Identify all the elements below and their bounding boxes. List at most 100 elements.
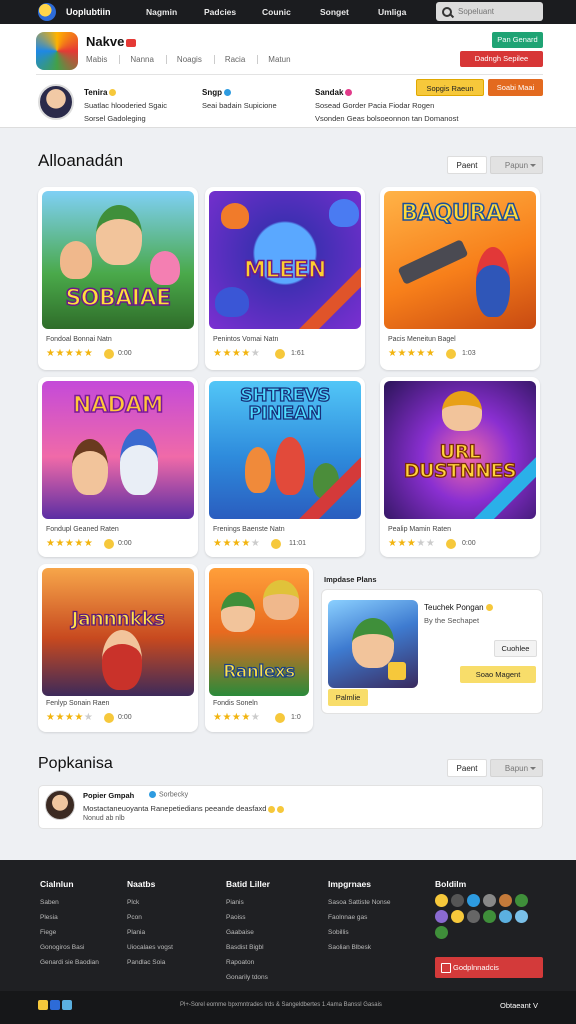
game-card[interactable]: SHTREVS PINEAN Frenings Baenste Natn ★★★… <box>205 377 365 557</box>
tag-icon <box>345 89 353 97</box>
language-selector[interactable]: Obtaeant V <box>500 1001 538 1010</box>
nav-link-5[interactable]: Umliga <box>378 7 436 17</box>
footer-link[interactable]: Pcon <box>127 910 173 925</box>
yellow-action-button[interactable]: Sopgis Raeun <box>416 79 484 96</box>
game-card[interactable]: Ranlexs Fondis Soneln ★★★★★ 1:0 <box>205 564 313 732</box>
social-icon[interactable] <box>451 910 464 923</box>
social-icon[interactable] <box>451 894 464 907</box>
search-bar[interactable] <box>436 2 543 21</box>
profile-name: Nakve <box>86 34 137 49</box>
character-art <box>221 203 249 229</box>
rating-value: 11:01 <box>289 540 306 547</box>
character-art <box>102 630 142 690</box>
game-thumbnail[interactable]: Jannnkks <box>42 568 194 696</box>
footer-link[interactable]: Genardi sie Baodian <box>40 955 99 970</box>
social-icon[interactable] <box>499 910 512 923</box>
game-card[interactable]: NADAM Fondupl Geaned Raten ★★★★★ 0:00 <box>38 377 198 557</box>
nav-link-2[interactable]: Padcies <box>204 7 262 17</box>
footer-link[interactable]: Rapoaton <box>226 955 270 970</box>
avatar[interactable] <box>45 790 75 820</box>
logo-icon[interactable] <box>38 1000 48 1010</box>
footer-link[interactable]: Plck <box>127 895 173 910</box>
featured-small-button[interactable]: Palmlie <box>328 689 368 706</box>
footer-link[interactable]: Faolnnae gas <box>328 910 391 925</box>
social-icon[interactable] <box>515 910 528 923</box>
game-thumbnail[interactable]: SOBAIAE <box>42 191 194 329</box>
footer-link[interactable]: Gaabaise <box>226 925 270 940</box>
rating-value: 1:0 <box>291 714 301 721</box>
footer-link[interactable]: Paoiss <box>226 910 270 925</box>
brand-name[interactable]: Uoplubtiin <box>66 7 146 17</box>
logo-icon[interactable] <box>50 1000 60 1010</box>
footer-link[interactable]: Sobillis <box>328 925 391 940</box>
star-rating: ★★★★★ <box>388 348 436 359</box>
game-card[interactable]: Jannnkks Fenlyp Sonain Raen ★★★★★ 0:00 <box>38 564 198 732</box>
social-icon[interactable] <box>483 894 496 907</box>
nav-link-1[interactable]: Nagmin <box>146 7 204 17</box>
game-card[interactable]: MLEEN Penintos Vomai Natn ★★★★★ 1:61 <box>205 187 365 370</box>
footer-link[interactable]: Gonarily tdons <box>226 970 270 985</box>
footer-link[interactable]: Gonogiros Basi <box>40 940 99 955</box>
rating-value: 0:00 <box>462 540 476 547</box>
social-icon[interactable] <box>467 894 480 907</box>
stat-line: Sosead Gorder Pacia Fiodar Rogen <box>315 101 435 110</box>
nav-link-4[interactable]: Songet <box>320 7 378 17</box>
coin-icon <box>485 604 493 612</box>
social-icon[interactable] <box>435 894 448 907</box>
footer-link[interactable]: Pandlac Soia <box>127 955 173 970</box>
social-icon[interactable] <box>483 910 496 923</box>
primary-green-button[interactable]: Pan Genard <box>492 32 543 48</box>
featured-primary-button[interactable]: Soao Magent <box>460 666 536 683</box>
orange-action-button[interactable]: Soabi Maai <box>488 79 543 96</box>
search-input[interactable] <box>458 7 538 16</box>
sort-dropdown[interactable]: Bapun <box>490 759 543 777</box>
game-thumbnail[interactable]: BAQURAA <box>384 191 536 329</box>
sort-dropdown[interactable]: Papun <box>490 156 543 174</box>
comment-time: Sorbecky <box>149 791 188 798</box>
featured-secondary-button[interactable]: Cuohlee <box>494 640 537 657</box>
social-icon[interactable] <box>515 894 528 907</box>
social-icon[interactable] <box>467 910 480 923</box>
footer-link[interactable]: Sasoa Sattiste Nonse <box>328 895 391 910</box>
thumbnail-title: SHTREVS PINEAN <box>239 385 331 424</box>
sort-button[interactable]: Paent <box>447 156 487 174</box>
site-logo-icon[interactable] <box>38 3 56 21</box>
game-thumbnail[interactable]: Ranlexs <box>209 568 309 696</box>
footer-red-button[interactable]: Godplnnadcis <box>435 957 543 978</box>
avatar[interactable] <box>38 84 74 120</box>
footer-link[interactable]: Plania <box>127 925 173 940</box>
social-icon[interactable] <box>435 910 448 923</box>
footer-link[interactable]: Pianis <box>226 895 270 910</box>
footer-link[interactable]: Uiocalaes vogst <box>127 940 173 955</box>
logo-icon[interactable] <box>62 1000 72 1010</box>
footer-link[interactable]: Basdist Bigbl <box>226 940 270 955</box>
footer-link[interactable]: Fiege <box>40 925 99 940</box>
character-art <box>263 580 299 620</box>
footer-column-1: Cialnlun Saben Plesia Fiege Gonogiros Ba… <box>40 878 99 970</box>
featured-thumbnail[interactable] <box>328 600 418 688</box>
tab-2[interactable]: Nanna <box>128 55 167 64</box>
nav-link-3[interactable]: Counic <box>262 7 320 17</box>
sort-button[interactable]: Paent <box>447 759 487 777</box>
tab-4[interactable]: Racia <box>223 55 259 64</box>
game-thumbnail[interactable]: NADAM <box>42 381 194 519</box>
comment-reply-link[interactable]: Nonud ab nlb <box>83 815 125 822</box>
tab-5[interactable]: Matun <box>266 55 302 64</box>
tab-1[interactable]: Mabis <box>84 55 121 64</box>
social-icon[interactable] <box>435 926 448 939</box>
social-icon[interactable] <box>499 894 512 907</box>
game-card[interactable]: SOBAIAE Fondoal Bonnai Natn ★★★★★ 0:00 <box>38 187 198 370</box>
comment-author[interactable]: Popier Gmpah <box>83 791 134 800</box>
character-art <box>96 205 142 265</box>
game-thumbnail[interactable]: SHTREVS PINEAN <box>209 381 361 519</box>
red-action-button[interactable]: Dadngh Sepilee <box>460 51 543 67</box>
footer-link[interactable]: Saolian Blbesk <box>328 940 391 955</box>
footer-link[interactable]: Saben <box>40 895 99 910</box>
game-card[interactable]: URL DUSTNNES Pealip Mamin Raten ★★★★★ 0:… <box>380 377 540 557</box>
game-thumbnail[interactable]: URL DUSTNNES <box>384 381 536 519</box>
game-card[interactable]: BAQURAA Pacis Meneitun Bagel ★★★★★ 1:03 <box>380 187 540 370</box>
featured-subtitle: By the Sechapet <box>424 616 480 625</box>
game-thumbnail[interactable]: MLEEN <box>209 191 361 329</box>
tab-3[interactable]: Noagis <box>175 55 215 64</box>
footer-link[interactable]: Plesia <box>40 910 99 925</box>
